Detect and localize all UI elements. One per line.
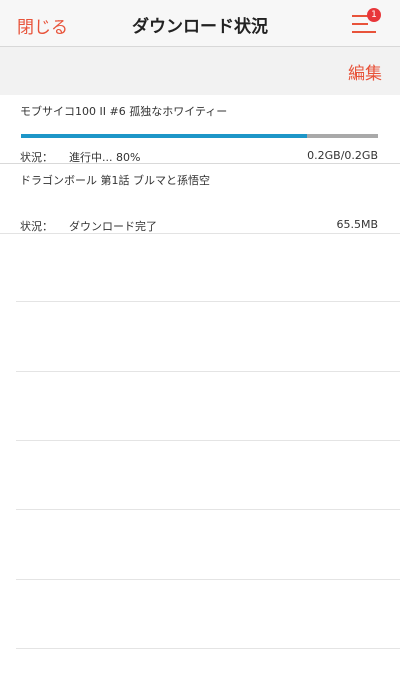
progress-bar-fill — [21, 134, 307, 138]
empty-row-divider — [16, 301, 400, 302]
status-label: 状況： — [20, 151, 53, 164]
empty-row-divider — [16, 440, 400, 441]
menu-button[interactable]: 1 — [350, 8, 390, 40]
download-item[interactable]: モブサイコ100 II #6 孤独なホワイティー 状況： 進行中... 80% … — [0, 95, 400, 164]
page-title: ダウンロード状況 — [132, 17, 268, 37]
download-size: 0.2GB/0.2GB — [307, 149, 378, 162]
download-item[interactable]: ドラゴンボール 第1話 ブルマと孫悟空 状況： ダウンロード完了 65.5MB — [0, 164, 400, 234]
status-value: ダウンロード完了 — [69, 220, 157, 233]
progress-bar — [21, 134, 378, 138]
empty-row-divider — [16, 371, 400, 372]
empty-row-divider — [16, 509, 400, 510]
status-label: 状況： — [20, 220, 53, 233]
download-title: ドラゴンボール 第1話 ブルマと孫悟空 — [20, 174, 210, 187]
edit-button[interactable]: 編集 — [348, 59, 382, 84]
notification-badge: 1 — [367, 8, 381, 22]
download-title: モブサイコ100 II #6 孤独なホワイティー — [20, 105, 228, 118]
toolbar: 編集 — [0, 47, 400, 95]
status-value: 進行中... 80% — [69, 151, 141, 164]
empty-row-divider — [16, 648, 400, 649]
empty-row-divider — [16, 579, 400, 580]
download-size: 65.5MB — [336, 218, 378, 231]
navigation-bar: 閉じる ダウンロード状況 1 — [0, 0, 400, 47]
